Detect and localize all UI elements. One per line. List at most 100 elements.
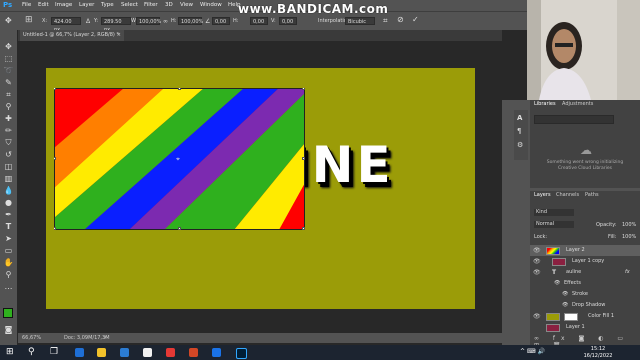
visibility-eye-icon[interactable]: 👁: [533, 245, 541, 256]
task-view-icon[interactable]: ❐: [50, 347, 58, 357]
taskbar-clock[interactable]: 15:12 16/12/2022: [578, 345, 618, 360]
foreground-color-swatch[interactable]: [3, 308, 13, 318]
menu-select[interactable]: Select: [121, 2, 138, 8]
eraser-tool-icon[interactable]: ◫: [3, 162, 14, 172]
delta-icon[interactable]: Δ: [86, 18, 90, 25]
layer-effect-row[interactable]: 👁 Stroke: [530, 289, 640, 300]
layer-effect-row[interactable]: 👁 Drop Shadow: [530, 300, 640, 311]
text-layer-content[interactable]: INE: [290, 136, 440, 206]
transform-handle[interactable]: [54, 227, 56, 230]
pen-tool-icon[interactable]: ✒: [3, 210, 14, 220]
history-brush-tool-icon[interactable]: ↺: [3, 150, 14, 160]
rainbow-layer[interactable]: ⌖: [54, 88, 305, 230]
gradient-tool-icon[interactable]: ▥: [3, 174, 14, 184]
visibility-eye-icon[interactable]: 👁: [554, 278, 560, 289]
visibility-eye-icon[interactable]: 👁: [533, 311, 541, 322]
tab-channels[interactable]: Channels: [556, 191, 579, 200]
link-icon[interactable]: ∞: [163, 18, 168, 25]
transform-handle[interactable]: [302, 157, 305, 160]
commit-transform-icon[interactable]: ✓: [412, 15, 419, 24]
store-icon[interactable]: [120, 348, 129, 357]
rectangle-tool-icon[interactable]: ▭: [3, 246, 14, 256]
system-tray-icons[interactable]: ^ ⌨ 🔊: [520, 348, 545, 355]
transform-handle[interactable]: [178, 88, 181, 90]
tab-libraries[interactable]: Libraries: [534, 100, 556, 109]
width-field[interactable]: 100,00%: [136, 17, 161, 25]
lasso-tool-icon[interactable]: ➰: [3, 66, 14, 76]
angle-field[interactable]: 0,00: [212, 17, 230, 25]
blend-mode-select[interactable]: Normal: [534, 221, 574, 228]
paragraph-panel-icon[interactable]: ¶: [517, 127, 521, 135]
move-tool-icon[interactable]: ✥: [3, 42, 14, 52]
warp-icon[interactable]: ⌗: [383, 16, 388, 26]
more-tools-icon[interactable]: …: [3, 282, 14, 292]
photoshop-taskbar-icon[interactable]: [236, 348, 247, 359]
layer-row[interactable]: Layer 1: [530, 322, 640, 333]
visibility-eye-icon[interactable]: 👁: [533, 256, 541, 267]
healing-tool-icon[interactable]: ✚: [3, 114, 14, 124]
menu-edit[interactable]: Edit: [38, 2, 49, 8]
layer-row[interactable]: 👁 Layer 1 copy: [530, 256, 640, 267]
powerpoint-icon[interactable]: [189, 348, 198, 357]
height-field[interactable]: 100,00%: [178, 17, 203, 25]
menu-type[interactable]: Type: [101, 2, 114, 8]
brush-tool-icon[interactable]: ✏: [3, 126, 14, 136]
move-tool-icon[interactable]: ✥: [5, 16, 12, 25]
visibility-eye-icon[interactable]: 👁: [562, 300, 568, 311]
app-icon[interactable]: [212, 348, 221, 357]
transform-handle[interactable]: [54, 88, 56, 90]
x-field[interactable]: 424.00 px: [51, 17, 81, 33]
transform-handle[interactable]: [302, 88, 305, 90]
search-icon[interactable]: ⚲: [28, 347, 35, 357]
document-tab[interactable]: Untitled-1 @ 66,7% (Layer 2, RGB/8) * ×: [20, 30, 124, 41]
zoom-level[interactable]: 66,67%: [22, 333, 41, 343]
h-skew-field[interactable]: 0,00: [250, 17, 268, 25]
layer-effects-row[interactable]: 👁 Effects: [530, 278, 640, 289]
menu-filter[interactable]: Filter: [144, 2, 158, 8]
tab-layers[interactable]: Layers: [534, 191, 551, 200]
path-select-tool-icon[interactable]: ➤: [3, 234, 14, 244]
tab-adjustments[interactable]: Adjustments: [562, 100, 593, 109]
blur-tool-icon[interactable]: 💧: [3, 186, 14, 196]
menu-image[interactable]: Image: [55, 2, 72, 8]
menu-file[interactable]: File: [22, 2, 31, 8]
fill-field[interactable]: 100%: [622, 234, 636, 240]
hand-tool-icon[interactable]: ✋: [3, 258, 14, 268]
v-skew-field[interactable]: 0,00: [279, 17, 297, 25]
status-menu-arrow-icon[interactable]: ›: [104, 333, 106, 343]
filter-kind-select[interactable]: Kind: [534, 209, 574, 216]
visibility-eye-icon[interactable]: 👁: [533, 267, 541, 278]
library-select[interactable]: [534, 115, 614, 124]
transform-center-icon[interactable]: ⌖: [176, 155, 180, 164]
type-tool-icon[interactable]: T: [3, 222, 14, 232]
properties-panel-icon[interactable]: ⚙: [517, 141, 523, 149]
layers-footer-buttons[interactable]: ∞ fx ◙ ◐ ▭ ⊞ 🗑: [534, 335, 638, 349]
fx-icon[interactable]: fx: [625, 267, 630, 278]
menu-layer[interactable]: Layer: [79, 2, 94, 8]
crop-tool-icon[interactable]: ⌗: [3, 90, 14, 100]
app-icon[interactable]: [166, 348, 175, 357]
quick-select-tool-icon[interactable]: ✎: [3, 78, 14, 88]
transform-handle[interactable]: [302, 227, 305, 230]
quick-mask-icon[interactable]: ◙: [3, 325, 14, 335]
reference-point-icon[interactable]: ⊞: [25, 15, 33, 25]
zoom-tool-icon[interactable]: ⚲: [3, 270, 14, 280]
close-tab-icon[interactable]: ×: [117, 30, 121, 41]
marquee-tool-icon[interactable]: ⬚: [3, 54, 14, 64]
transform-handle[interactable]: [54, 157, 56, 160]
eyedropper-tool-icon[interactable]: ⚲: [3, 102, 14, 112]
transform-handle[interactable]: [178, 227, 181, 230]
interpolation-select[interactable]: Bicubic: [345, 17, 375, 25]
menu-3d[interactable]: 3D: [165, 2, 173, 8]
layer-row[interactable]: 👁 Color Fill 1: [530, 311, 640, 322]
tab-paths[interactable]: Paths: [585, 191, 599, 200]
y-field[interactable]: 289.50 px: [101, 17, 131, 33]
character-panel-icon[interactable]: A: [517, 114, 522, 122]
edge-icon[interactable]: [75, 348, 84, 357]
windows-start-icon[interactable]: ⊞: [6, 347, 14, 357]
menu-view[interactable]: View: [180, 2, 193, 8]
layer-row[interactable]: 👁 T auline fx: [530, 267, 640, 278]
chrome-icon[interactable]: [143, 348, 152, 357]
opacity-field[interactable]: 100%: [622, 222, 636, 228]
cancel-transform-icon[interactable]: ⊘: [397, 15, 404, 24]
